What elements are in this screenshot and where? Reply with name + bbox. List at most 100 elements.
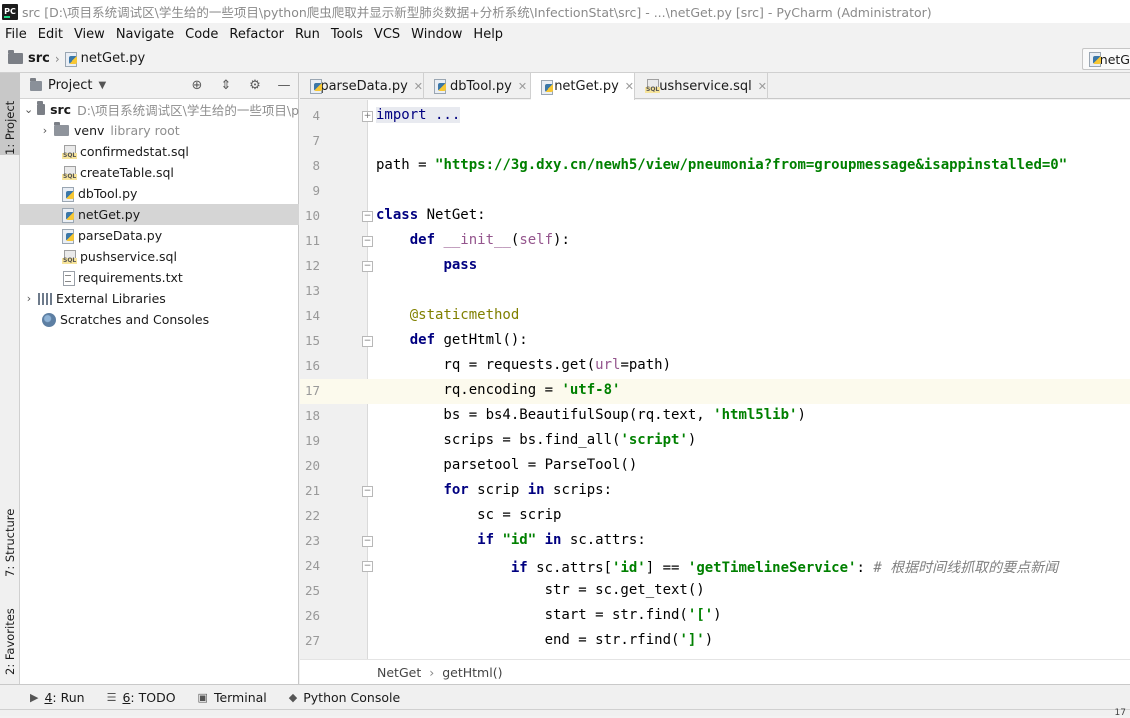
- run-config-selector[interactable]: netG: [1082, 48, 1130, 70]
- tab-parsedata[interactable]: parseData.py ✕: [300, 73, 424, 99]
- menu-edit[interactable]: Edit: [33, 27, 69, 42]
- chevron-right-icon: ›: [429, 664, 435, 680]
- folded-import[interactable]: import ...: [376, 107, 461, 123]
- fold-minus-icon[interactable]: −: [362, 561, 373, 572]
- tree-item-file[interactable]: requirements.txt: [20, 267, 299, 288]
- terminal-tool-button[interactable]: ▣ Terminal: [198, 690, 267, 705]
- favorites-tool-button[interactable]: 2: Favorites: [0, 593, 20, 675]
- close-icon[interactable]: ✕: [625, 80, 634, 93]
- structure-tool-label: 7: Structure: [3, 508, 17, 577]
- menu-tools[interactable]: Tools: [326, 27, 369, 42]
- tree-item-scratches[interactable]: Scratches and Consoles: [20, 309, 299, 330]
- chevron-right-icon[interactable]: ›: [24, 292, 34, 305]
- chevron-right-icon: ›: [54, 51, 60, 66]
- tree-external-label: External Libraries: [56, 291, 166, 306]
- path-url-string: "https://3g.dxy.cn/newh5/view/pneumonia?…: [435, 157, 1068, 173]
- tree-file-label: requirements.txt: [78, 270, 183, 285]
- breadcrumb-class[interactable]: NetGet: [377, 665, 421, 680]
- tree-item-venv[interactable]: › venv library root: [20, 120, 299, 141]
- menu-refactor[interactable]: Refactor: [224, 27, 290, 42]
- menu-vcs[interactable]: VCS: [369, 27, 406, 42]
- code-line: 18 bs = bs4.BeautifulSoup(rq.text, 'html…: [300, 404, 1130, 429]
- hide-icon[interactable]: —: [276, 77, 292, 93]
- line-number: 9: [312, 183, 320, 198]
- fold-minus-icon[interactable]: −: [362, 336, 373, 347]
- code-line: 7: [300, 129, 1130, 154]
- tree-file-label: createTable.sql: [80, 165, 174, 180]
- code-text: rq = requests.get(url=path): [376, 357, 672, 373]
- sql-file-icon: [645, 79, 660, 93]
- project-tool-button[interactable]: 1: Project: [0, 73, 20, 155]
- menu-help[interactable]: Help: [468, 27, 509, 42]
- tree-item-file-selected[interactable]: netGet.py: [20, 204, 299, 225]
- todo-tool-button[interactable]: ☰ 6: TODO: [107, 690, 176, 705]
- close-icon[interactable]: ✕: [518, 80, 527, 93]
- fold-minus-icon[interactable]: −: [362, 536, 373, 547]
- project-panel-title[interactable]: Project: [48, 78, 92, 93]
- line-number: 10: [304, 208, 320, 223]
- fold-end-icon[interactable]: −: [362, 261, 373, 272]
- scratches-icon: [42, 312, 56, 327]
- run-tool-button[interactable]: ▶ 4: Run: [30, 690, 85, 705]
- menu-code[interactable]: Code: [180, 27, 224, 42]
- sql-file-icon: [62, 249, 78, 264]
- tree-item-file[interactable]: createTable.sql: [20, 162, 299, 183]
- fold-minus-icon[interactable]: −: [362, 486, 373, 497]
- tab-label: dbTool.py: [450, 78, 512, 94]
- tree-item-file[interactable]: parseData.py: [20, 225, 299, 246]
- nav-crumb-file[interactable]: netGet.py: [64, 51, 146, 67]
- tree-item-file[interactable]: confirmedstat.sql: [20, 141, 299, 162]
- code-line: 15 − def getHtml():: [300, 329, 1130, 354]
- nav-crumb-src[interactable]: src: [8, 50, 50, 66]
- menu-navigate[interactable]: Navigate: [111, 27, 180, 42]
- locate-icon[interactable]: ⊕: [189, 77, 205, 93]
- breadcrumb-method[interactable]: getHtml(): [442, 665, 502, 680]
- tree-file-label: dbTool.py: [78, 186, 138, 201]
- structure-tool-button[interactable]: 7: Structure: [0, 493, 20, 577]
- nav-crumb-file-label: netGet.py: [80, 51, 146, 66]
- fold-minus-icon[interactable]: −: [362, 236, 373, 247]
- tab-pushservice[interactable]: pushservice.sql ✕: [635, 73, 768, 99]
- terminal-tool-label: Terminal: [213, 689, 267, 705]
- tree-venv-label: venv: [74, 123, 105, 138]
- tree-file-label: confirmedstat.sql: [80, 144, 189, 159]
- run-tool-label: : Run: [52, 689, 85, 705]
- line-number: 17: [304, 383, 320, 398]
- tree-item-file[interactable]: pushservice.sql: [20, 246, 299, 267]
- python-file-icon: [62, 186, 74, 202]
- code-line: 21 − for scrip in scrips:: [300, 479, 1130, 504]
- gear-icon[interactable]: ⚙: [247, 77, 263, 93]
- menu-run[interactable]: Run: [290, 27, 326, 42]
- code-text: path = "https://3g.dxy.cn/newh5/view/pne…: [376, 157, 1068, 173]
- chevron-right-icon[interactable]: ›: [40, 124, 50, 137]
- code-text: if sc.attrs['id'] == 'getTimelineService…: [510, 560, 1059, 576]
- tab-netget[interactable]: netGet.py ✕: [531, 73, 635, 100]
- chevron-down-icon[interactable]: ▼: [98, 80, 106, 91]
- python-console-icon: ◆: [288, 690, 298, 704]
- tab-dbtool[interactable]: dbTool.py ✕: [424, 73, 531, 99]
- menu-window[interactable]: Window: [406, 27, 468, 42]
- python-console-tool-label: Python Console: [303, 689, 401, 705]
- close-icon[interactable]: ✕: [414, 80, 423, 93]
- tree-item-src[interactable]: ⌄ src D:\项目系统调试区\学生给的一些项目\p: [20, 99, 299, 120]
- chevron-down-icon[interactable]: ⌄: [24, 103, 33, 116]
- code-editor[interactable]: 4 + import ... 7 8 path = "https://3g.dx…: [300, 100, 1130, 659]
- tree-item-external-libraries[interactable]: › External Libraries: [20, 288, 299, 309]
- status-position: 17: [1114, 708, 1126, 718]
- menu-view[interactable]: View: [69, 27, 111, 42]
- code-line: 24 − if sc.attrs['id'] == 'getTimelineSe…: [300, 554, 1130, 579]
- favorites-tool-label: 2: Favorites: [3, 608, 17, 675]
- python-console-tool-button[interactable]: ◆ Python Console: [289, 690, 400, 705]
- fold-plus-icon[interactable]: +: [362, 111, 373, 122]
- code-text: rq.encoding = 'utf-8': [376, 382, 621, 398]
- fold-minus-icon[interactable]: −: [362, 211, 373, 222]
- python-file-icon: [64, 51, 77, 67]
- project-panel-header: Project ▼ ⊕ ⇕ ⚙ —: [20, 73, 298, 99]
- collapse-all-icon[interactable]: ⇕: [218, 77, 234, 93]
- close-icon[interactable]: ✕: [758, 80, 767, 93]
- navigation-bar: src › netGet.py netG: [0, 45, 1130, 73]
- tree-item-file[interactable]: dbTool.py: [20, 183, 299, 204]
- menu-file[interactable]: File: [0, 27, 33, 42]
- code-text: import ...: [376, 107, 461, 123]
- bottom-tool-bar: ▶ 4: Run ☰ 6: TODO ▣ Terminal ◆ Python C…: [0, 684, 1130, 709]
